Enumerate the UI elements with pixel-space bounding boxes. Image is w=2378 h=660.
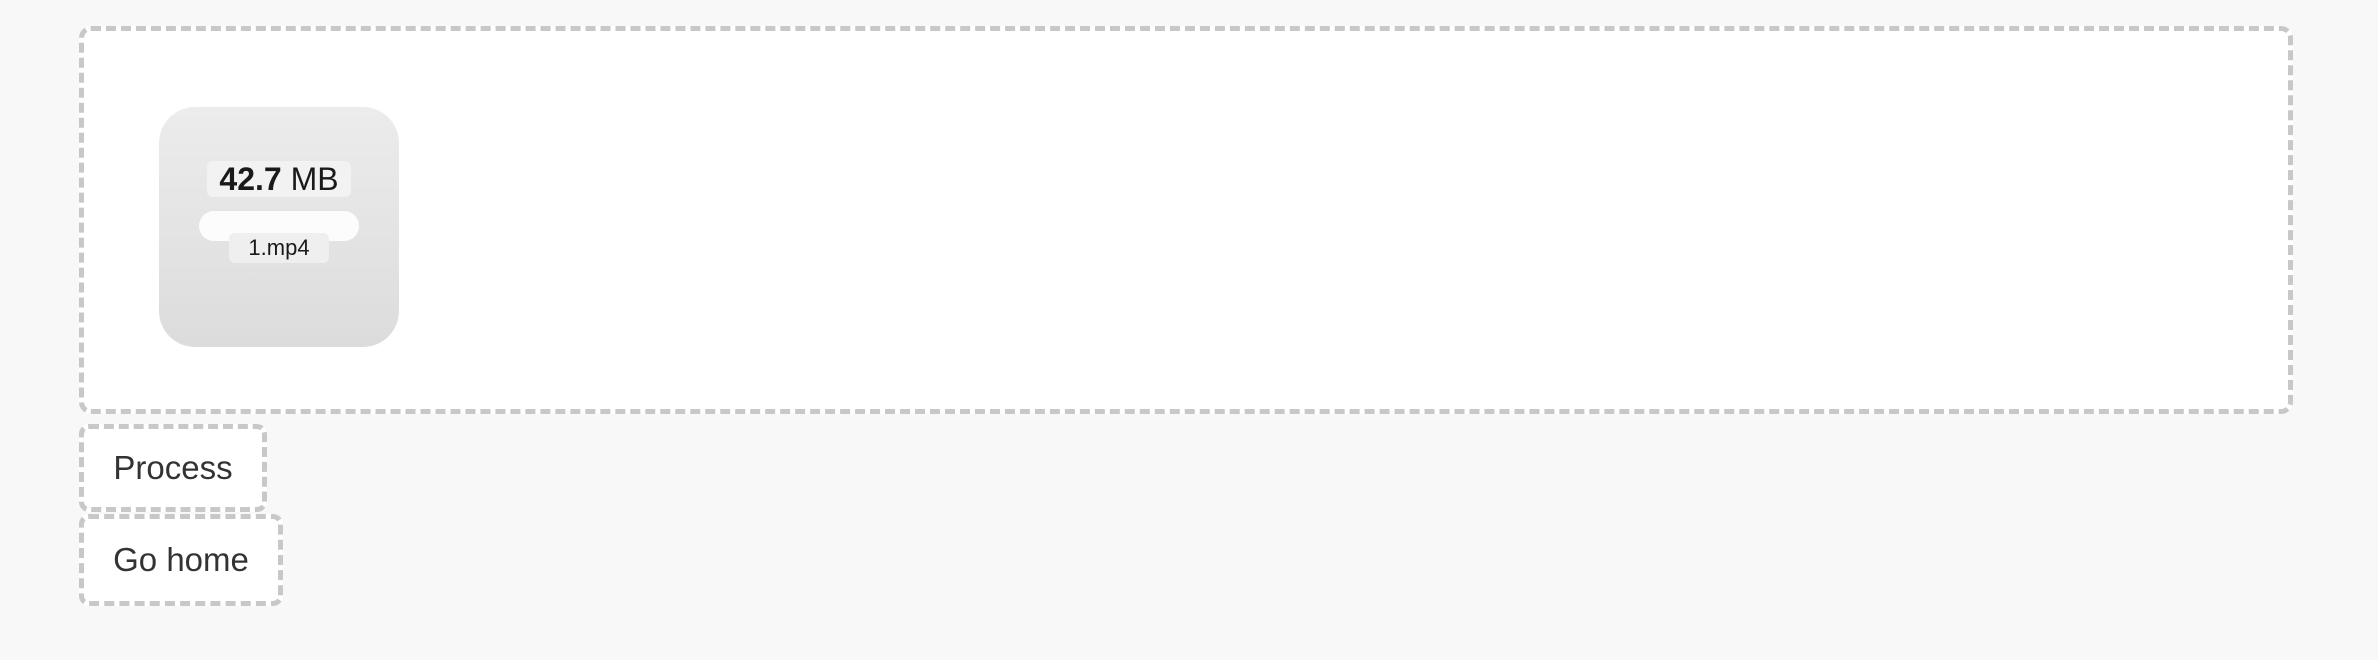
file-size-unit: MB — [290, 161, 339, 197]
file-preview-card: 42.7 MB 1.mp4 — [159, 107, 399, 347]
go-home-button[interactable]: Go home — [79, 514, 283, 606]
process-button[interactable]: Process — [79, 424, 267, 512]
upload-page: 42.7 MB 1.mp4 Process Go home — [0, 0, 2378, 660]
file-name: 1.mp4 — [229, 233, 329, 263]
file-dropzone[interactable]: 42.7 MB 1.mp4 — [79, 26, 2293, 414]
file-size-value: 42.7 — [219, 161, 282, 197]
file-size: 42.7 MB — [207, 161, 351, 197]
